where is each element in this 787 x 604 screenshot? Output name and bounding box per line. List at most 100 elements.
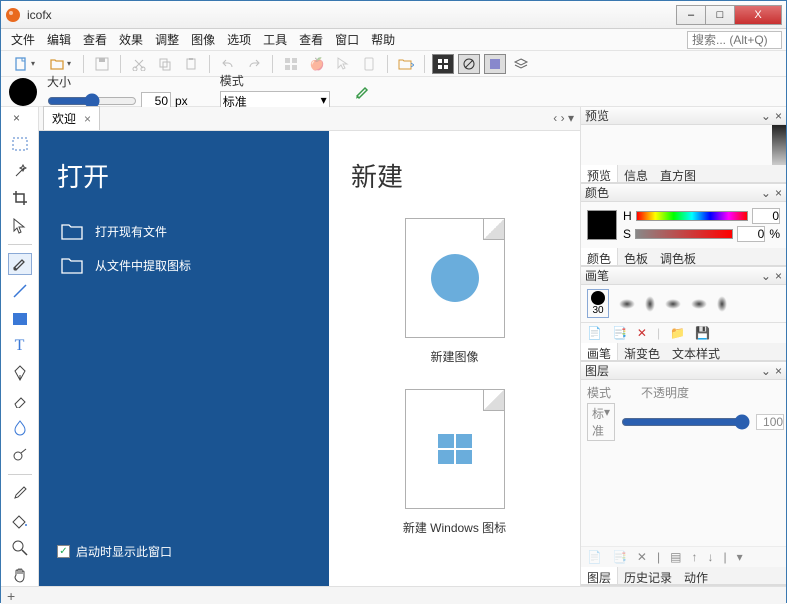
tab-dropdown[interactable]: ▾ bbox=[568, 111, 574, 125]
layer-new-icon[interactable]: 📄 bbox=[587, 550, 602, 564]
menu-view[interactable]: 查看 bbox=[77, 29, 113, 50]
open-file-button[interactable]: ▾ bbox=[43, 53, 77, 75]
layer-delete-icon[interactable]: ✕ bbox=[637, 550, 647, 564]
layer-menu-icon[interactable]: ▾ bbox=[737, 550, 743, 564]
sat-slider[interactable] bbox=[635, 229, 733, 239]
menu-adjust[interactable]: 调整 bbox=[149, 29, 185, 50]
phone-icon[interactable] bbox=[357, 53, 381, 75]
brush-save-icon[interactable]: 💾 bbox=[695, 326, 710, 340]
toggle-strike-icon[interactable] bbox=[458, 54, 480, 74]
tab-color[interactable]: 颜色 bbox=[581, 248, 618, 265]
redo-button[interactable] bbox=[242, 53, 266, 75]
folder-export-icon[interactable] bbox=[394, 53, 418, 75]
cut-button[interactable] bbox=[127, 53, 151, 75]
new-image-button[interactable] bbox=[405, 218, 505, 338]
tab-preview[interactable]: 预览 bbox=[581, 165, 618, 182]
tool-blur[interactable] bbox=[8, 417, 32, 438]
layer-down-icon[interactable]: ↓ bbox=[707, 550, 713, 564]
copy-button[interactable] bbox=[153, 53, 177, 75]
panel-close-icon[interactable]: × bbox=[775, 364, 782, 378]
maximize-button[interactable]: □ bbox=[705, 5, 735, 25]
tool-move[interactable] bbox=[8, 215, 32, 236]
opacity-input[interactable] bbox=[756, 414, 784, 430]
brush-delete-icon[interactable]: ✕ bbox=[637, 326, 647, 340]
tool-zoom[interactable] bbox=[8, 537, 32, 558]
tool-fill[interactable] bbox=[8, 510, 32, 531]
panel-collapse-icon[interactable]: ⌄ bbox=[761, 109, 771, 123]
panel-collapse-icon[interactable]: ⌄ bbox=[761, 364, 771, 378]
brush-preset-3[interactable] bbox=[665, 299, 681, 309]
tab-histogram[interactable]: 直方图 bbox=[654, 165, 702, 182]
cursor-icon[interactable] bbox=[331, 53, 355, 75]
brush-new-icon[interactable]: 📄 bbox=[587, 326, 602, 340]
layer-mode-select[interactable]: 标准▾ bbox=[587, 403, 615, 441]
menu-help[interactable]: 帮助 bbox=[365, 29, 401, 50]
menu-search-input[interactable] bbox=[687, 31, 782, 49]
new-file-button[interactable]: ▾ bbox=[7, 53, 41, 75]
menu-image[interactable]: 图像 bbox=[185, 29, 221, 50]
tool-pen[interactable] bbox=[8, 363, 32, 384]
tab-prev[interactable]: ‹ bbox=[553, 111, 557, 125]
undo-button[interactable] bbox=[216, 53, 240, 75]
menu-tools[interactable]: 工具 bbox=[257, 29, 293, 50]
color-swatch[interactable] bbox=[587, 210, 617, 240]
brush-clean-icon[interactable] bbox=[352, 81, 376, 103]
tool-wand[interactable] bbox=[8, 160, 32, 181]
tool-dodge[interactable] bbox=[8, 444, 32, 465]
extract-from-file[interactable]: 从文件中提取图标 bbox=[57, 250, 311, 280]
tab-close-icon[interactable]: × bbox=[84, 112, 91, 126]
layer-copy-icon[interactable]: 📑 bbox=[612, 550, 627, 564]
brush-preset-1[interactable] bbox=[619, 299, 635, 309]
tab-welcome[interactable]: 欢迎 × bbox=[43, 106, 100, 130]
brush-preset-4[interactable] bbox=[691, 299, 707, 309]
layer-up-icon[interactable]: ↑ bbox=[691, 550, 697, 564]
brush-preset-0[interactable]: 30 bbox=[587, 289, 609, 318]
tool-hand[interactable] bbox=[8, 565, 32, 586]
tool-rectangle[interactable] bbox=[8, 308, 32, 329]
tool-eraser[interactable] bbox=[8, 390, 32, 411]
paste-button[interactable] bbox=[179, 53, 203, 75]
tab-history[interactable]: 历史记录 bbox=[618, 567, 678, 584]
windows-icon[interactable] bbox=[279, 53, 303, 75]
panel-close-icon[interactable]: × bbox=[775, 109, 782, 123]
tab-swatches[interactable]: 色板 bbox=[618, 248, 654, 265]
menu-edit[interactable]: 编辑 bbox=[41, 29, 77, 50]
tool-line[interactable] bbox=[8, 281, 32, 302]
tab-info[interactable]: 信息 bbox=[618, 165, 654, 182]
tool-text[interactable]: T bbox=[8, 335, 32, 356]
menu-effects[interactable]: 效果 bbox=[113, 29, 149, 50]
add-tab-button[interactable]: + bbox=[7, 588, 15, 604]
show-at-startup-checkbox[interactable]: ✓ 启动时显示此窗口 bbox=[57, 543, 311, 560]
hue-input[interactable] bbox=[752, 208, 780, 224]
hue-slider[interactable] bbox=[636, 211, 748, 221]
tabstrip-close-icon[interactable]: × bbox=[13, 111, 20, 125]
apple-icon[interactable]: 🍎 bbox=[305, 53, 329, 75]
menu-options[interactable]: 选项 bbox=[221, 29, 257, 50]
opacity-slider[interactable] bbox=[621, 414, 750, 430]
tool-marquee[interactable] bbox=[8, 133, 32, 154]
tab-actions[interactable]: 动作 bbox=[678, 567, 714, 584]
menu-view2[interactable]: 查看 bbox=[293, 29, 329, 50]
toggle-bg-icon[interactable] bbox=[484, 54, 506, 74]
panel-close-icon[interactable]: × bbox=[775, 186, 782, 200]
layer-merge-icon[interactable]: ▤ bbox=[670, 550, 681, 564]
panel-collapse-icon[interactable]: ⌄ bbox=[761, 186, 771, 200]
tab-palette[interactable]: 调色板 bbox=[654, 248, 702, 265]
brush-preset-2[interactable] bbox=[645, 296, 655, 312]
save-button[interactable] bbox=[90, 53, 114, 75]
tab-textstyle[interactable]: 文本样式 bbox=[666, 343, 726, 360]
brush-folder-icon[interactable]: 📁 bbox=[670, 326, 685, 340]
brush-copy-icon[interactable]: 📑 bbox=[612, 326, 627, 340]
tool-brush[interactable] bbox=[8, 253, 32, 274]
toggle-grid-icon[interactable] bbox=[432, 54, 454, 74]
close-button[interactable]: X bbox=[734, 5, 782, 25]
tab-layers[interactable]: 图层 bbox=[581, 567, 618, 584]
tab-next[interactable]: › bbox=[561, 111, 565, 125]
new-windows-icon-button[interactable] bbox=[405, 389, 505, 509]
minimize-button[interactable]: – bbox=[676, 5, 706, 25]
open-existing-file[interactable]: 打开现有文件 bbox=[57, 216, 311, 246]
tool-crop[interactable] bbox=[8, 188, 32, 209]
tab-brush[interactable]: 画笔 bbox=[581, 343, 618, 360]
panel-close-icon[interactable]: × bbox=[775, 269, 782, 283]
brush-preset-5[interactable] bbox=[717, 296, 727, 312]
